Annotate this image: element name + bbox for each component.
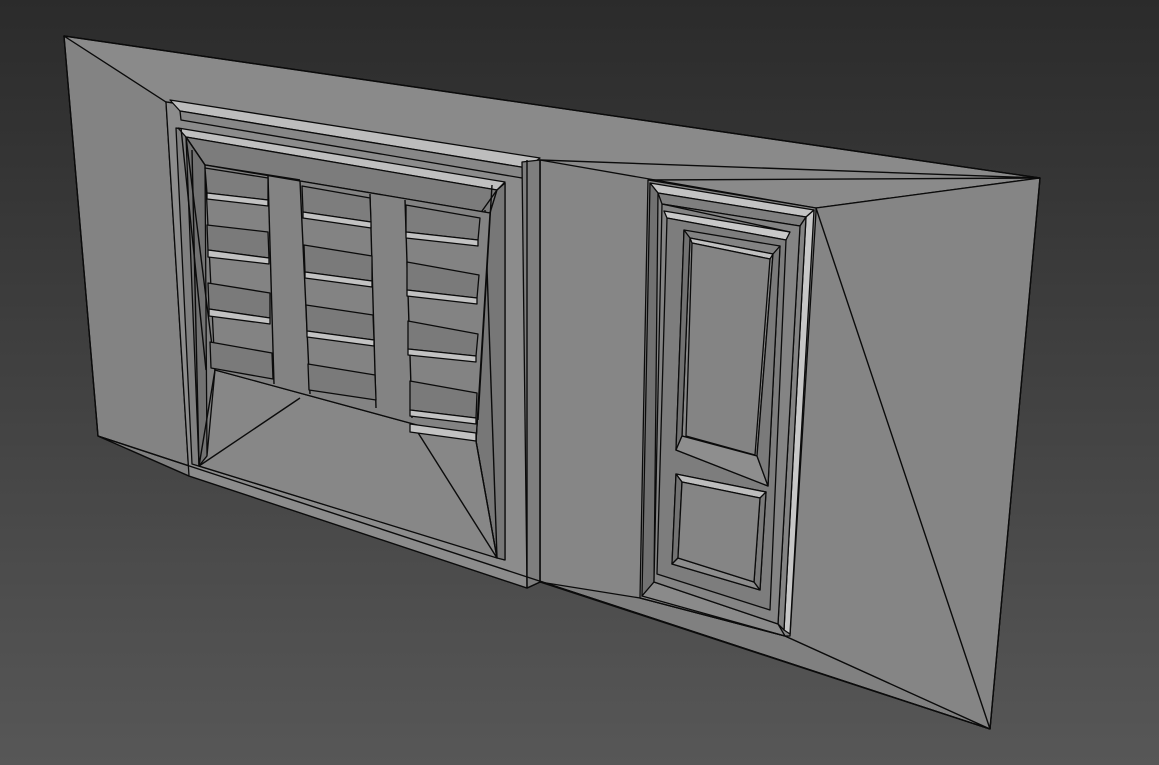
door-upper-panel <box>675 229 781 487</box>
3d-viewport[interactable] <box>0 0 1159 765</box>
viewport-canvas[interactable] <box>0 0 1159 765</box>
entry-door-mesh[interactable] <box>639 179 817 637</box>
